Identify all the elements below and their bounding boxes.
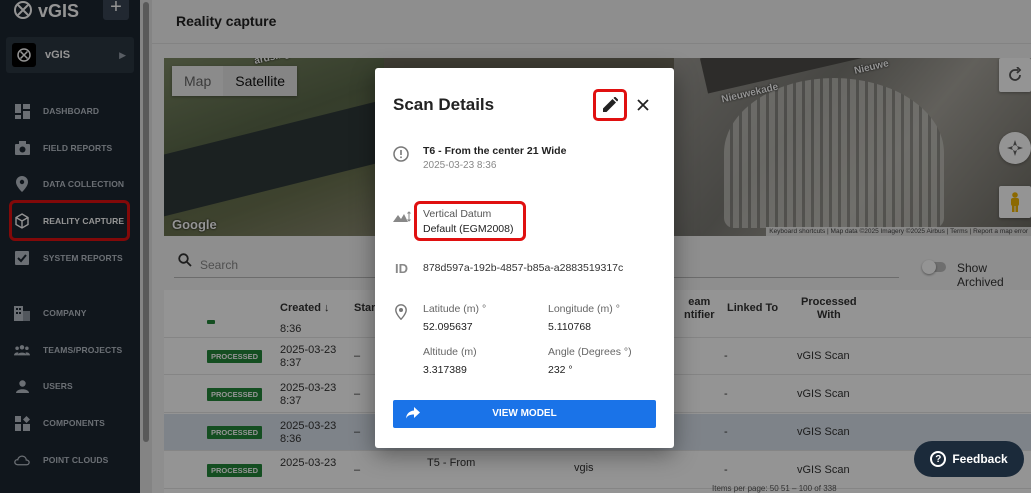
vertical-datum-value: Default (EGM2008): [423, 223, 514, 235]
feedback-label: Feedback: [952, 452, 1008, 466]
longitude-label: Longitude (m) °: [548, 303, 620, 315]
view-model-label: VIEW MODEL: [492, 408, 557, 419]
pencil-icon: [603, 97, 618, 112]
vertical-datum-label: Vertical Datum: [423, 208, 492, 220]
longitude-value: 5.110768: [548, 321, 592, 333]
help-icon: ?: [930, 451, 947, 467]
id-value: 878d597a-192b-4857-b85a-a2883519317c: [423, 262, 624, 274]
scan-name: T6 - From the center 21 Wide: [423, 145, 567, 157]
angle-value: 232 °: [548, 364, 573, 376]
dialog-title: Scan Details: [393, 95, 495, 114]
vertical-datum-highlight: [414, 201, 526, 241]
latitude-label: Latitude (m) °: [423, 303, 487, 315]
altitude-value: 3.317389: [423, 364, 467, 376]
close-button[interactable]: [633, 95, 653, 115]
location-pin-icon: [395, 304, 407, 325]
close-icon: [637, 99, 649, 111]
terrain-icon: [393, 210, 411, 228]
altitude-label: Altitude (m): [423, 346, 477, 358]
id-icon: ID: [395, 261, 408, 276]
edit-button[interactable]: [593, 89, 627, 121]
latitude-value: 52.095637: [423, 321, 473, 333]
angle-label: Angle (Degrees °): [548, 346, 632, 358]
scan-details-dialog: Scan Details T6 - From the center 21 Wid…: [375, 68, 674, 448]
feedback-button[interactable]: ? Feedback: [914, 441, 1024, 477]
info-icon: [393, 146, 409, 167]
scan-date: 2025-03-23 8:36: [423, 160, 497, 171]
view-model-button[interactable]: VIEW MODEL: [393, 400, 656, 428]
